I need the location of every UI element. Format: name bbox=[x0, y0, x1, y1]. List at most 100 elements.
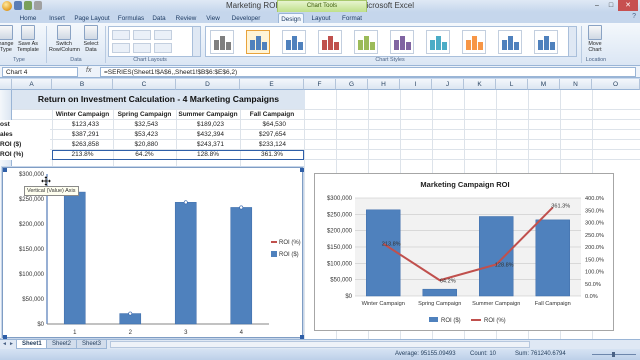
select-all-corner[interactable] bbox=[0, 79, 12, 90]
sheet-tab-sheet1[interactable]: Sheet1 bbox=[16, 340, 48, 349]
resize-handle[interactable] bbox=[300, 168, 304, 172]
chart-style-4[interactable] bbox=[318, 30, 342, 54]
column-header[interactable]: D bbox=[176, 79, 240, 90]
row-label[interactable]: ales bbox=[0, 130, 50, 140]
switch-row-column-button[interactable]: Switch Row/Column bbox=[49, 25, 80, 53]
chart-style-5[interactable] bbox=[354, 30, 378, 54]
legend-label[interactable]: ROI ($) bbox=[279, 252, 299, 258]
chart-style-2[interactable] bbox=[246, 30, 270, 54]
first-sheet-icon[interactable]: ◄ bbox=[2, 341, 8, 348]
column-header[interactable]: A bbox=[12, 79, 52, 90]
bar[interactable] bbox=[535, 219, 570, 297]
chart-style-7[interactable] bbox=[426, 30, 450, 54]
column-header[interactable]: H bbox=[368, 79, 400, 90]
help-icon[interactable]: ? bbox=[632, 13, 636, 20]
bar[interactable] bbox=[422, 288, 457, 297]
column-header[interactable]: N bbox=[560, 79, 592, 90]
layout-thumb[interactable] bbox=[133, 30, 151, 40]
layout-thumb[interactable] bbox=[154, 30, 172, 40]
x-tick-label: Winter Campaign bbox=[362, 301, 405, 307]
chart-type-icon bbox=[0, 25, 13, 40]
save-as-template-button[interactable]: Save As Template bbox=[14, 25, 42, 53]
table-cell[interactable]: 213.8% bbox=[52, 150, 113, 160]
table-cell[interactable]: $233,124 bbox=[240, 140, 286, 150]
chart-style-9[interactable] bbox=[498, 30, 522, 54]
table-header-cell[interactable]: Fall Campaign bbox=[240, 110, 304, 120]
column-header[interactable]: E bbox=[240, 79, 304, 90]
fx-icon[interactable]: fx bbox=[86, 67, 91, 74]
chart-style-8[interactable] bbox=[462, 30, 486, 54]
horizontal-scrollbar[interactable] bbox=[110, 341, 530, 348]
column-header[interactable]: G bbox=[336, 79, 368, 90]
x-tick-label: Spring Campaign bbox=[418, 301, 461, 307]
column-header[interactable]: M bbox=[528, 79, 560, 90]
chart-styles-gallery[interactable] bbox=[205, 26, 577, 57]
chart-style-10[interactable] bbox=[534, 30, 558, 54]
table-header-cell[interactable]: Summer Campaign bbox=[176, 110, 240, 120]
table-cell[interactable]: $387,291 bbox=[52, 130, 99, 140]
table-cell[interactable]: $64,530 bbox=[240, 120, 287, 130]
legend-label[interactable]: ROI (%) bbox=[484, 318, 506, 324]
layout-thumb[interactable] bbox=[112, 43, 130, 53]
table-title[interactable]: Return on Investment Calculation - 4 Mar… bbox=[12, 90, 305, 109]
table-header-cell[interactable]: Winter Campaign bbox=[52, 110, 113, 120]
column-header[interactable]: I bbox=[400, 79, 432, 90]
layout-thumb[interactable] bbox=[154, 43, 172, 53]
select-data-button[interactable]: Select Data bbox=[79, 25, 103, 53]
column-header[interactable]: B bbox=[52, 79, 113, 90]
table-header-cell[interactable]: Spring Campaign bbox=[113, 110, 176, 120]
table-cell[interactable]: $432,394 bbox=[176, 130, 224, 140]
sheet-tab-sheet3[interactable]: Sheet3 bbox=[76, 340, 108, 349]
table-cell[interactable]: $189,023 bbox=[176, 120, 224, 130]
column-header[interactable]: O bbox=[592, 79, 640, 90]
table-cell[interactable]: $297,654 bbox=[240, 130, 286, 140]
sheet-tab-sheet2[interactable]: Sheet2 bbox=[46, 340, 78, 349]
row-label[interactable]: ROI (%) bbox=[0, 150, 50, 160]
minimize-icon[interactable]: – bbox=[590, 0, 604, 11]
chart-layouts-gallery[interactable] bbox=[108, 26, 201, 57]
row-label[interactable]: ost bbox=[0, 120, 50, 130]
styles-gallery-scroll[interactable] bbox=[568, 27, 576, 56]
layout-thumb[interactable] bbox=[133, 43, 151, 53]
table-cell[interactable]: 361.3% bbox=[240, 150, 304, 160]
bar[interactable] bbox=[63, 191, 86, 325]
legend-label[interactable]: ROI (%) bbox=[279, 240, 301, 246]
name-box[interactable]: Chart 4 bbox=[2, 67, 78, 77]
worksheet[interactable]: A B C D E F G H I J K L M N O Return on … bbox=[0, 79, 640, 339]
table-cell[interactable]: $243,371 bbox=[176, 140, 224, 150]
column-header[interactable]: C bbox=[113, 79, 176, 90]
bar[interactable] bbox=[366, 209, 401, 297]
row-label[interactable]: ROI ($) bbox=[0, 140, 50, 150]
chart-style-3[interactable] bbox=[282, 30, 306, 54]
maximize-icon[interactable]: □ bbox=[604, 0, 618, 11]
table-cell[interactable]: 64.2% bbox=[113, 150, 176, 160]
layout-thumb[interactable] bbox=[112, 30, 130, 40]
move-chart-icon bbox=[588, 25, 602, 40]
table-cell[interactable]: $32,543 bbox=[113, 120, 159, 130]
column-header[interactable]: J bbox=[432, 79, 464, 90]
resize-handle[interactable] bbox=[3, 168, 7, 172]
close-icon[interactable]: ✕ bbox=[618, 0, 638, 11]
legend-swatch bbox=[429, 317, 438, 322]
column-header[interactable]: F bbox=[304, 79, 336, 90]
bar[interactable] bbox=[479, 216, 514, 297]
legend-label[interactable]: ROI ($) bbox=[441, 318, 461, 324]
bar[interactable] bbox=[230, 207, 253, 325]
table-cell[interactable]: $53,423 bbox=[113, 130, 159, 140]
zoom-slider[interactable] bbox=[592, 352, 636, 357]
table-cell[interactable]: 128.8% bbox=[176, 150, 240, 160]
chart-style-1[interactable] bbox=[210, 30, 234, 54]
chart-title[interactable]: Marketing Campaign ROI bbox=[420, 180, 509, 189]
formula-input[interactable]: =SERIES(Sheet1!$A$6,,Sheet1!$B$6:$E$6,2) bbox=[100, 67, 636, 77]
column-header[interactable]: K bbox=[464, 79, 496, 90]
table-cell[interactable]: $20,880 bbox=[113, 140, 159, 150]
chart-marketing-campaign-roi[interactable]: Marketing Campaign ROI $300,000 $250,000 $… bbox=[314, 173, 614, 331]
chart-style-6[interactable] bbox=[390, 30, 414, 54]
last-sheet-icon[interactable]: ► bbox=[9, 341, 15, 348]
move-chart-button[interactable]: Move Chart bbox=[583, 25, 607, 53]
table-cell[interactable]: $263,858 bbox=[52, 140, 99, 150]
bar[interactable] bbox=[174, 202, 197, 325]
table-cell[interactable]: $123,433 bbox=[52, 120, 99, 130]
layouts-gallery-scroll[interactable] bbox=[192, 27, 200, 56]
column-header[interactable]: L bbox=[496, 79, 528, 90]
